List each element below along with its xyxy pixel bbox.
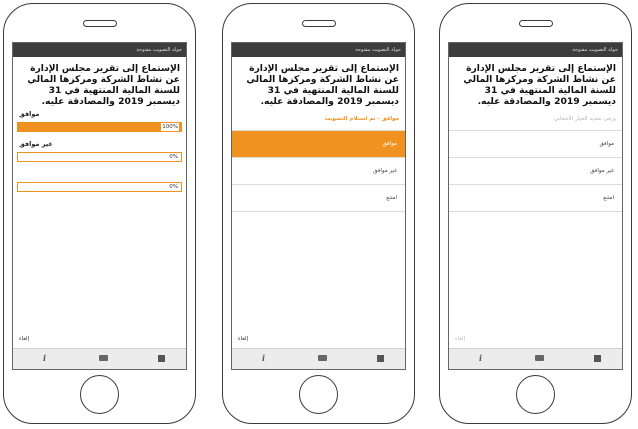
result-label: غير موافق	[19, 140, 53, 148]
speaker	[301, 20, 336, 27]
option-abstain[interactable]: امتنع	[449, 185, 622, 212]
choose-prompt: يرجى تحديد الخيار الانتخابي	[553, 116, 616, 122]
home-button[interactable]	[516, 375, 555, 414]
chat-icon[interactable]	[535, 355, 544, 361]
result-bar: 0%	[17, 152, 182, 162]
result-percent: 0%	[168, 153, 179, 161]
info-icon[interactable]: i	[262, 354, 265, 363]
option-disagree[interactable]: غير موافق	[232, 158, 405, 185]
phone-results: جولة التصويت مفتوحة الإستماع إلى تقرير م…	[3, 3, 196, 424]
result-bar: 100%	[17, 122, 182, 132]
bottom-bar: i	[449, 348, 622, 369]
home-button[interactable]	[299, 375, 338, 414]
info-icon[interactable]: i	[43, 354, 46, 363]
cancel-button[interactable]: إلغاء	[238, 336, 248, 342]
header-bar: جولة التصويت مفتوحة	[13, 43, 186, 57]
result-bar: 0%	[17, 182, 182, 192]
question-text: الإستماع إلى تقرير مجلس الإدارة عن نشاط …	[246, 63, 399, 107]
speaker	[82, 20, 117, 27]
screen-choose: جولة التصويت مفتوحة الإستماع إلى تقرير م…	[448, 42, 623, 370]
screen-confirmed: جولة التصويت مفتوحة الإستماع إلى تقرير م…	[231, 42, 406, 370]
screen-results: جولة التصويت مفتوحة الإستماع إلى تقرير م…	[12, 42, 187, 370]
option-disagree[interactable]: غير موافق	[449, 158, 622, 185]
cancel-button[interactable]: إلغاء	[455, 336, 465, 342]
bottom-bar: i	[13, 348, 186, 369]
result-fill	[18, 123, 181, 131]
result-percent: 0%	[168, 183, 179, 191]
option-list: موافق غير موافق امتنع	[449, 130, 622, 212]
question-text: الإستماع إلى تقرير مجلس الإدارة عن نشاط …	[463, 63, 616, 107]
result-label: موافق	[19, 110, 40, 118]
speaker	[518, 20, 553, 27]
option-agree[interactable]: موافق	[449, 130, 622, 158]
chart-icon[interactable]	[158, 355, 165, 362]
header-bar: جولة التصويت مفتوحة	[232, 43, 405, 57]
phone-choose: جولة التصويت مفتوحة الإستماع إلى تقرير م…	[439, 3, 632, 424]
result-percent: 100%	[161, 123, 179, 131]
vote-status: موافق - تم استلام التصويت	[324, 116, 399, 122]
chat-icon[interactable]	[318, 355, 327, 361]
info-icon[interactable]: i	[479, 354, 482, 363]
option-agree[interactable]: موافق	[232, 130, 405, 158]
cancel-button[interactable]: إلغاء	[19, 336, 29, 342]
bottom-bar: i	[232, 348, 405, 369]
option-abstain[interactable]: امتنع	[232, 185, 405, 212]
phone-confirmed: جولة التصويت مفتوحة الإستماع إلى تقرير م…	[222, 3, 415, 424]
chart-icon[interactable]	[594, 355, 601, 362]
home-button[interactable]	[80, 375, 119, 414]
chat-icon[interactable]	[99, 355, 108, 361]
question-text: الإستماع إلى تقرير مجلس الإدارة عن نشاط …	[27, 63, 180, 107]
chart-icon[interactable]	[377, 355, 384, 362]
option-list: موافق غير موافق امتنع	[232, 130, 405, 212]
header-bar: جولة التصويت مفتوحة	[449, 43, 622, 57]
